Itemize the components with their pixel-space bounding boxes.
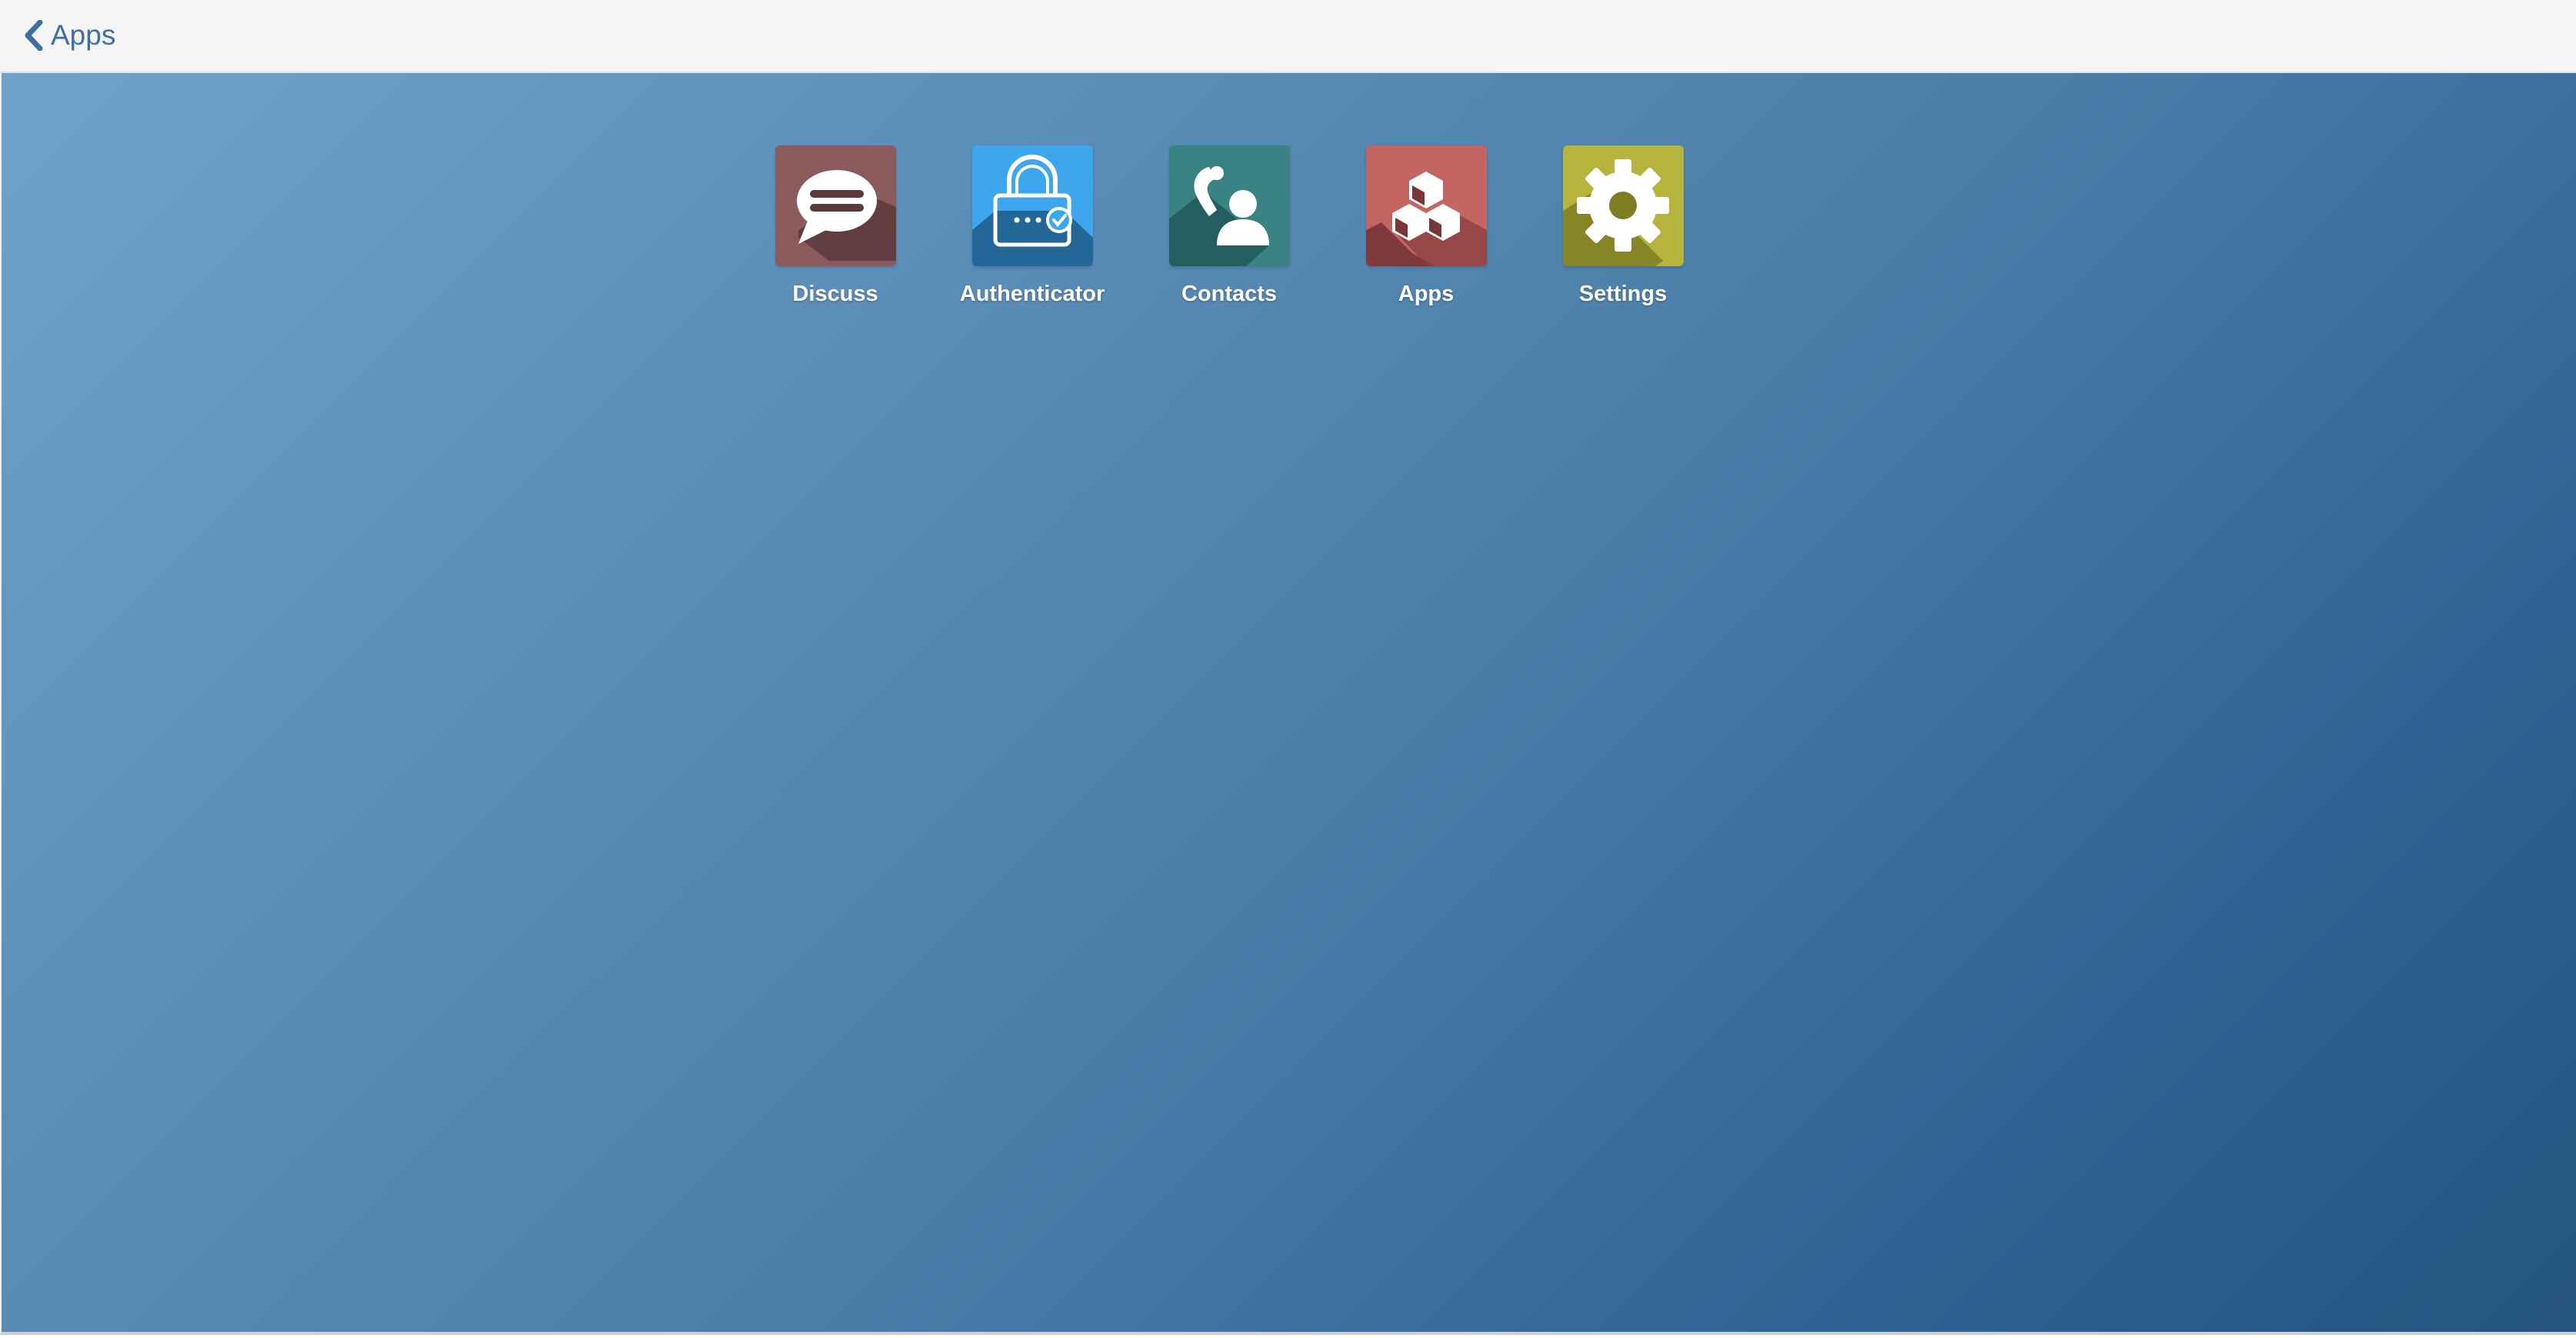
app-launcher-background: Discuss Authenticator Contacts Apps Sett…: [0, 73, 2576, 1335]
back-link-label: Apps: [51, 19, 116, 51]
chat-bubble-icon: [775, 145, 896, 266]
apps-grid: Discuss Authenticator Contacts Apps Sett…: [737, 145, 1721, 307]
lock-icon: [971, 145, 1093, 266]
app-apps[interactable]: Apps: [1328, 145, 1525, 307]
app-label: Authenticator: [959, 282, 1105, 306]
app-contacts[interactable]: Contacts: [1131, 145, 1328, 307]
back-to-apps-link[interactable]: Apps: [23, 14, 115, 57]
app-discuss[interactable]: Discuss: [737, 145, 934, 307]
app-label: Discuss: [792, 282, 878, 306]
cubes-icon: [1365, 145, 1487, 266]
app-authenticator[interactable]: Authenticator: [934, 145, 1131, 307]
gear-icon: [1562, 145, 1684, 266]
app-label: Apps: [1398, 282, 1455, 306]
app-label: Contacts: [1181, 282, 1278, 306]
phone-person-icon: [1168, 145, 1290, 266]
app-settings[interactable]: Settings: [1525, 145, 1721, 307]
app-label: Settings: [1578, 282, 1668, 306]
chevron-left-icon: [23, 20, 45, 51]
top-navbar: Apps: [0, 0, 2576, 73]
